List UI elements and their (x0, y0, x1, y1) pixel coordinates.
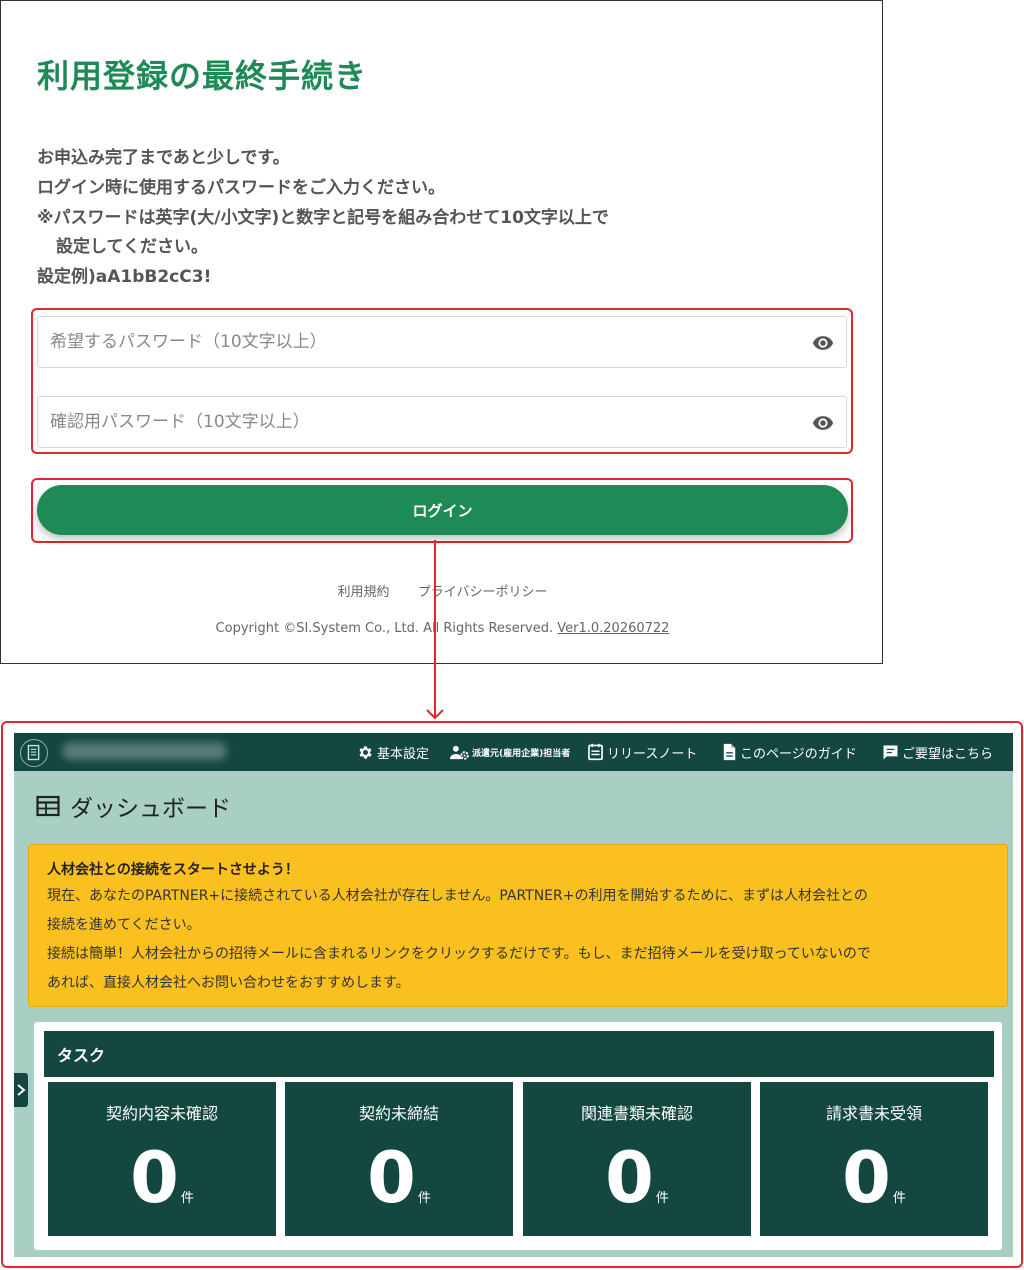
task-count: 0件 (48, 1138, 276, 1218)
page-guide-menu[interactable]: このページのガイド (722, 733, 857, 771)
gear-icon (359, 745, 372, 759)
description-line-4: 設定してください。 (56, 237, 208, 257)
app-header: 基本設定 派遣元(雇用企業)担当者 リリースノート このページのガイド ご要望は… (14, 733, 1013, 771)
password-input[interactable] (38, 317, 798, 367)
message-icon (883, 745, 898, 759)
task-count: 0件 (523, 1138, 751, 1218)
eye-icon[interactable] (810, 332, 836, 354)
dashboard-title-row: ダッシュボード (36, 791, 231, 822)
task-count-unit: 件 (655, 1191, 669, 1206)
staffing-contact-menu[interactable]: 派遣元(雇用企業)担当者 (450, 733, 570, 771)
task-count-unit: 件 (417, 1191, 431, 1206)
feedback-menu[interactable]: ご要望はこちら (882, 733, 993, 771)
task-count-value: 0 (842, 1137, 891, 1219)
page-guide-label: このページのガイド (740, 746, 857, 762)
eye-icon[interactable] (810, 412, 836, 434)
task-count-value: 0 (605, 1137, 654, 1219)
settings-menu[interactable]: 基本設定 (357, 733, 429, 771)
notice-alert: 人材会社との接続をスタートさせよう！ 現在、あなたのPARTNER+に接続されて… (28, 844, 1008, 1007)
login-button[interactable]: ログイン (37, 485, 848, 535)
task-label: 契約内容未確認 (105, 1104, 218, 1123)
company-name-blurred (62, 742, 227, 760)
calendar-list-icon (588, 743, 603, 761)
release-notes-label: リリースノート (607, 746, 698, 762)
flow-arrow (426, 540, 444, 720)
confirm-password-input[interactable] (38, 397, 798, 447)
document-icon (723, 743, 736, 761)
release-notes-menu[interactable]: リリースノート (587, 733, 697, 771)
task-label: 関連書類未確認 (580, 1104, 693, 1123)
dashboard-icon (36, 795, 60, 817)
description-line-1: お申込み完了まであと少しです。 (37, 148, 290, 168)
task-card-documents-unconfirmed[interactable]: 関連書類未確認 0件 (523, 1082, 751, 1236)
notice-line: 現在、あなたのPARTNER+に接続されている人材会社が存在しません。PARTN… (47, 888, 868, 904)
task-card-invoice-not-received[interactable]: 請求書未受領 0件 (760, 1082, 988, 1236)
task-count: 0件 (760, 1138, 988, 1218)
notice-line: 接続を進めてください。 (47, 917, 201, 933)
task-label: 契約未締結 (358, 1104, 439, 1123)
dashboard-screen: 基本設定 派遣元(雇用企業)担当者 リリースノート このページのガイド ご要望は… (14, 733, 1013, 1257)
staffing-contact-label: 派遣元(雇用企業)担当者 (472, 748, 571, 759)
task-card-contract-unsigned[interactable]: 契約未締結 0件 (285, 1082, 513, 1236)
feedback-label: ご要望はこちら (902, 746, 994, 762)
settings-label: 基本設定 (377, 746, 430, 762)
task-count-unit: 件 (180, 1191, 194, 1206)
task-card-contract-unconfirmed[interactable]: 契約内容未確認 0件 (48, 1082, 276, 1236)
page-title: ダッシュボード (70, 796, 231, 822)
description-line-3: ※パスワードは英字(大/小文字)と数字と記号を組み合わせて10文字以上で (37, 208, 609, 228)
confirm-password-field[interactable] (37, 396, 847, 448)
password-example: 設定例)aA1bB2cC3! (37, 267, 212, 287)
task-count-value: 0 (367, 1137, 416, 1219)
version-link[interactable]: Ver1.0.20260722 (557, 621, 669, 636)
task-count: 0件 (285, 1138, 513, 1218)
user-gear-icon (450, 745, 469, 760)
building-icon (27, 744, 40, 761)
copyright-text: Copyright ©SI.System Co., Ltd. All Right… (215, 621, 554, 636)
password-field[interactable] (37, 316, 847, 368)
terms-link[interactable]: 利用規約 (338, 585, 390, 600)
notice-line: あれば、直接人材会社へお問い合わせをおすすめします。 (47, 975, 410, 991)
sidebar-toggle[interactable] (14, 1073, 28, 1107)
task-count-unit: 件 (892, 1191, 906, 1206)
description-line-2: ログイン時に使用するパスワードをご入力ください。 (37, 178, 445, 198)
page-title: 利用登録の最終手続き (37, 57, 368, 95)
chevron-right-icon (17, 1084, 26, 1096)
company-logo[interactable] (20, 739, 48, 767)
notice-line: 接続は簡単！人材会社からの招待メールに含まれるリンクをクリックするだけです。もし… (47, 946, 871, 962)
task-count-value: 0 (130, 1137, 179, 1219)
task-panel: タスク 契約内容未確認 0件 契約未締結 0件 関連書類未確認 0件 請求書未受… (34, 1022, 1002, 1250)
notice-title: 人材会社との接続をスタートさせよう！ (47, 862, 299, 878)
task-label: 請求書未受領 (825, 1104, 922, 1123)
task-header: タスク (44, 1031, 994, 1077)
